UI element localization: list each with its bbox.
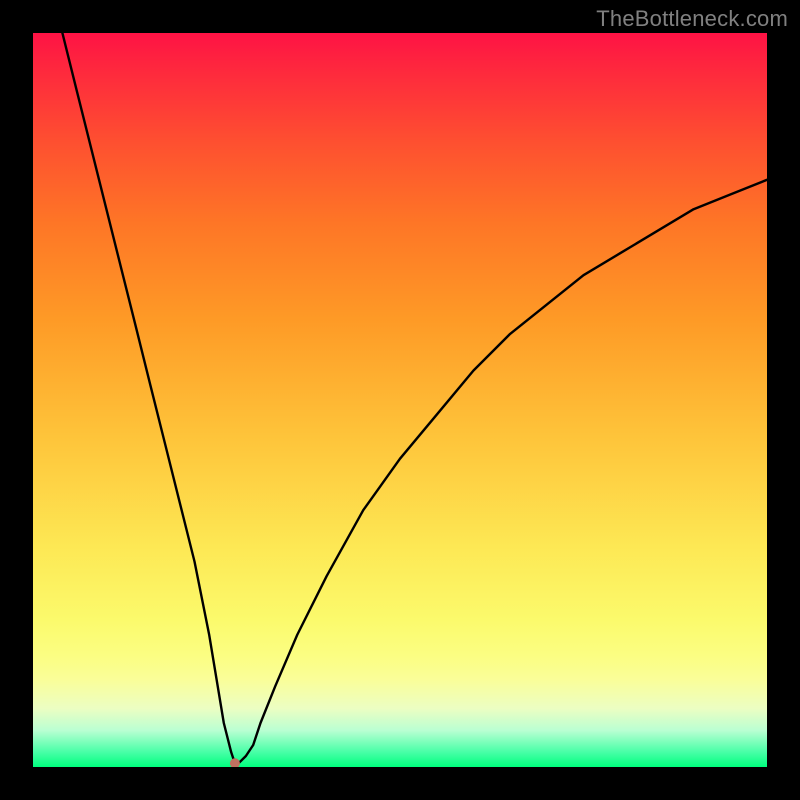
marker-dot — [230, 758, 240, 767]
bottleneck-curve — [62, 33, 767, 763]
chart-frame: TheBottleneck.com — [0, 0, 800, 800]
curve-svg — [33, 33, 767, 767]
watermark-text: TheBottleneck.com — [596, 6, 788, 32]
plot-area — [33, 33, 767, 767]
